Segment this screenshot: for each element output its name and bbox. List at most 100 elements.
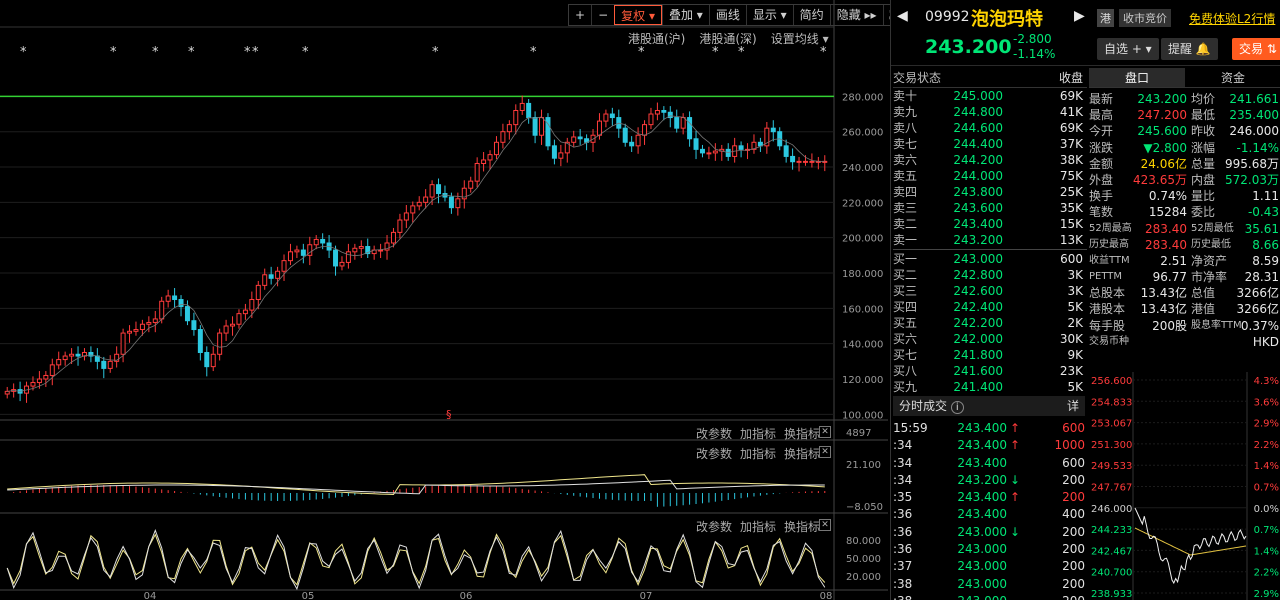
ask-level[interactable]: 卖二 243.400 15K bbox=[893, 216, 1087, 232]
candle[interactable] bbox=[255, 284, 261, 301]
candle[interactable] bbox=[481, 159, 487, 164]
candle[interactable] bbox=[242, 309, 248, 315]
candle[interactable] bbox=[539, 117, 545, 136]
candle[interactable] bbox=[146, 321, 152, 325]
hide-button[interactable]: 隐藏 ▸▸ bbox=[829, 5, 883, 25]
candle[interactable] bbox=[281, 260, 287, 272]
ask-level[interactable]: 卖六 244.200 38K bbox=[893, 152, 1087, 168]
candle[interactable] bbox=[36, 378, 42, 384]
candle[interactable] bbox=[416, 201, 422, 207]
candle[interactable] bbox=[609, 113, 615, 119]
zoom-in-button[interactable]: + bbox=[569, 5, 591, 25]
ask-level[interactable]: 卖四 243.800 25K bbox=[893, 184, 1087, 200]
candle[interactable] bbox=[423, 196, 429, 203]
candle[interactable] bbox=[339, 261, 345, 267]
bid-level[interactable]: 买七 241.800 9K bbox=[893, 347, 1087, 363]
candle[interactable] bbox=[390, 231, 396, 244]
candle[interactable] bbox=[197, 329, 203, 354]
candle[interactable] bbox=[262, 274, 268, 286]
candle[interactable] bbox=[474, 162, 480, 182]
candle[interactable] bbox=[69, 353, 75, 357]
ask-level[interactable]: 卖七 244.400 37K bbox=[893, 136, 1087, 152]
candle[interactable] bbox=[320, 238, 326, 244]
candle[interactable] bbox=[448, 196, 454, 209]
candle[interactable] bbox=[487, 154, 493, 161]
candle[interactable] bbox=[712, 150, 718, 154]
add-indicator-button[interactable]: 加指标 bbox=[740, 425, 776, 442]
candle[interactable] bbox=[345, 251, 351, 263]
edit-params-button[interactable]: 改参数 bbox=[696, 425, 732, 442]
kline-chart-area[interactable]: 280.000 260.000 240.000 220.000 200.000 180.0… bbox=[0, 0, 905, 600]
candle[interactable] bbox=[30, 382, 36, 387]
candle[interactable] bbox=[429, 184, 435, 198]
display-dropdown[interactable]: 显示 ▾ bbox=[745, 5, 793, 25]
candle[interactable] bbox=[403, 212, 409, 221]
adjust-rights-dropdown[interactable]: 复权 ▾ bbox=[614, 5, 662, 25]
ma-settings-dropdown[interactable]: 设置均线 ▾ bbox=[771, 30, 829, 47]
watchlist-button[interactable]: 自选 + ▾ bbox=[1097, 38, 1159, 60]
candle[interactable] bbox=[738, 145, 744, 150]
candle[interactable] bbox=[693, 138, 699, 150]
bid-level[interactable]: 买五 242.200 2K bbox=[893, 315, 1087, 331]
candle[interactable] bbox=[674, 117, 680, 129]
candle[interactable] bbox=[687, 117, 693, 140]
candle[interactable] bbox=[661, 109, 667, 113]
candle[interactable] bbox=[165, 295, 171, 302]
candle[interactable] bbox=[783, 145, 789, 157]
ask-level[interactable]: 卖五 244.000 75K bbox=[893, 168, 1087, 184]
candle[interactable] bbox=[191, 320, 197, 331]
edit-params-button[interactable]: 改参数 bbox=[696, 445, 732, 462]
candle[interactable] bbox=[172, 295, 178, 301]
ask-level[interactable]: 卖三 243.600 35K bbox=[893, 200, 1087, 216]
candle[interactable] bbox=[217, 332, 223, 355]
ask-level[interactable]: 卖十 245.000 69K bbox=[893, 88, 1087, 104]
candle[interactable] bbox=[313, 238, 319, 246]
candle[interactable] bbox=[468, 180, 474, 189]
candle[interactable] bbox=[333, 249, 339, 267]
close-icon[interactable]: ✕ bbox=[819, 426, 831, 438]
hk-connect-sh-link[interactable]: 港股通(沪) bbox=[628, 30, 685, 47]
candle[interactable] bbox=[571, 136, 577, 143]
candle[interactable] bbox=[184, 306, 190, 322]
edit-params-button[interactable]: 改参数 bbox=[696, 518, 732, 535]
candle[interactable] bbox=[706, 152, 712, 155]
switch-indicator-button[interactable]: 换指标 bbox=[784, 518, 820, 535]
candle[interactable] bbox=[287, 251, 293, 262]
bid-level[interactable]: 买二 242.800 3K bbox=[893, 267, 1087, 283]
candle[interactable] bbox=[532, 117, 538, 136]
tab-orderbook[interactable]: 盘口 bbox=[1089, 68, 1185, 87]
candle[interactable] bbox=[699, 148, 705, 154]
alert-button[interactable]: 提醒 🔔 bbox=[1161, 38, 1218, 60]
candle[interactable] bbox=[223, 325, 229, 334]
ask-level[interactable]: 卖一 243.200 13K bbox=[893, 232, 1087, 248]
candle[interactable] bbox=[790, 155, 796, 163]
candle[interactable] bbox=[75, 353, 81, 357]
candle[interactable] bbox=[139, 323, 145, 331]
switch-indicator-button[interactable]: 换指标 bbox=[784, 445, 820, 462]
candle[interactable] bbox=[397, 219, 403, 233]
candle[interactable] bbox=[230, 323, 236, 327]
candle[interactable] bbox=[62, 355, 68, 361]
trades-detail-button[interactable]: 详 bbox=[1067, 396, 1079, 416]
candle[interactable] bbox=[204, 352, 210, 368]
draw-line-button[interactable]: 画线 bbox=[708, 5, 746, 25]
candle[interactable] bbox=[500, 131, 506, 143]
candle[interactable] bbox=[796, 160, 802, 163]
candle[interactable] bbox=[558, 152, 564, 159]
candle[interactable] bbox=[551, 145, 557, 159]
intraday-mini-chart[interactable]: 256.600 4.3% 254.833 3.6% 253.067 2.9% 251.300… bbox=[1089, 372, 1280, 600]
hk-connect-sz-link[interactable]: 港股通(深) bbox=[699, 30, 756, 47]
simple-mode-button[interactable]: 简约 bbox=[792, 5, 830, 25]
candle[interactable] bbox=[526, 102, 532, 119]
candle[interactable] bbox=[493, 141, 499, 156]
candle[interactable] bbox=[802, 160, 808, 163]
candle[interactable] bbox=[654, 109, 660, 115]
trade-button[interactable]: 交易 ⇅ bbox=[1232, 38, 1280, 60]
candle[interactable] bbox=[127, 330, 133, 334]
prev-stock-icon[interactable]: ◀ bbox=[897, 8, 908, 24]
zoom-out-button[interactable]: − bbox=[591, 5, 614, 25]
candle[interactable] bbox=[596, 120, 602, 136]
ask-level[interactable]: 卖八 244.600 69K bbox=[893, 120, 1087, 136]
candle[interactable] bbox=[300, 249, 306, 256]
candle[interactable] bbox=[133, 329, 139, 332]
